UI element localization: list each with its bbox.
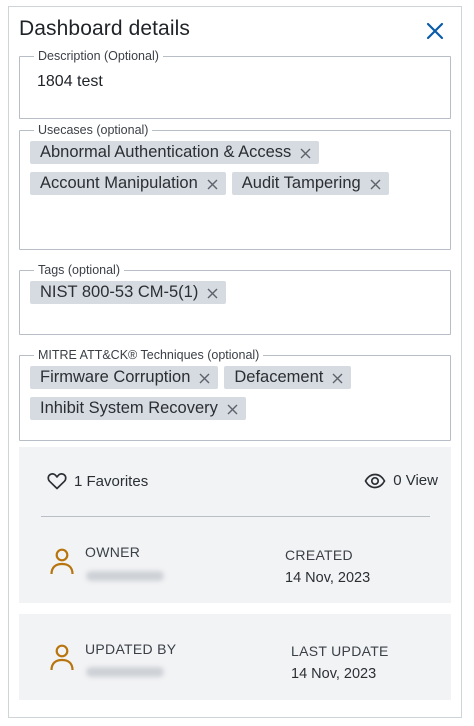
description-input[interactable]: 1804 test bbox=[37, 73, 440, 91]
heart-icon bbox=[47, 473, 67, 490]
info-card: 1 Favorites 0 View OWNER CREATED 14 Nov,… bbox=[19, 447, 451, 603]
usecases-label: Usecases (optional) bbox=[38, 123, 149, 137]
last-update-label: LAST UPDATE bbox=[291, 643, 389, 659]
favorites-count: 1 Favorites bbox=[74, 472, 149, 490]
technique-chip: Firmware Corruption bbox=[30, 366, 219, 389]
close-icon[interactable] bbox=[423, 19, 447, 43]
created-label: CREATED bbox=[285, 547, 353, 563]
chip-label: NIST 800-53 CM-5(1) bbox=[40, 283, 199, 301]
tags-label: Tags (optional) bbox=[38, 263, 120, 277]
owner-label: OWNER bbox=[85, 544, 141, 560]
usecase-chip: Abnormal Authentication & Access bbox=[30, 141, 320, 164]
remove-chip-icon[interactable] bbox=[206, 286, 219, 299]
technique-chip: Defacement bbox=[224, 366, 352, 389]
description-field[interactable]: Description (Optional) 1804 test bbox=[19, 49, 451, 119]
tags-field[interactable]: Tags (optional) NIST 800-53 CM-5(1) bbox=[19, 263, 451, 335]
description-label: Description (Optional) bbox=[38, 49, 159, 63]
divider bbox=[41, 516, 430, 517]
chip-label: Abnormal Authentication & Access bbox=[40, 143, 292, 161]
remove-chip-icon[interactable] bbox=[198, 371, 211, 384]
views-indicator: 0 View bbox=[364, 472, 438, 489]
remove-chip-icon[interactable] bbox=[299, 146, 312, 159]
chip-label: Account Manipulation bbox=[40, 174, 198, 192]
person-icon bbox=[50, 548, 74, 575]
last-update-date: 14 Nov, 2023 bbox=[291, 666, 377, 682]
panel-title: Dashboard details bbox=[19, 17, 190, 40]
dashboard-details-panel: Dashboard details Description (Optional)… bbox=[8, 6, 462, 718]
mitre-techniques-field[interactable]: MITRE ATT&CK® Techniques (optional) Firm… bbox=[19, 348, 451, 441]
remove-chip-icon[interactable] bbox=[226, 402, 239, 415]
owner-name-redacted bbox=[86, 571, 164, 581]
updated-by-name-redacted bbox=[86, 667, 164, 677]
chip-label: Firmware Corruption bbox=[40, 368, 191, 386]
usecase-chip: Audit Tampering bbox=[231, 172, 389, 195]
usecase-chip: Account Manipulation bbox=[30, 172, 226, 195]
remove-chip-icon[interactable] bbox=[369, 177, 382, 190]
mitre-label: MITRE ATT&CK® Techniques (optional) bbox=[38, 348, 260, 362]
chip-label: Audit Tampering bbox=[241, 174, 361, 192]
update-card: UPDATED BY LAST UPDATE 14 Nov, 2023 bbox=[19, 614, 451, 700]
technique-chip: Inhibit System Recovery bbox=[30, 397, 246, 420]
tag-chip: NIST 800-53 CM-5(1) bbox=[30, 281, 227, 304]
person-icon bbox=[50, 644, 74, 671]
usecases-field[interactable]: Usecases (optional) Abnormal Authenticat… bbox=[19, 123, 451, 250]
eye-icon bbox=[364, 473, 386, 488]
views-count: 0 View bbox=[393, 472, 438, 489]
favorites-button[interactable]: 1 Favorites bbox=[47, 472, 148, 490]
created-date: 14 Nov, 2023 bbox=[285, 570, 371, 586]
remove-chip-icon[interactable] bbox=[206, 177, 219, 190]
updated-by-label: UPDATED BY bbox=[85, 641, 177, 657]
remove-chip-icon[interactable] bbox=[331, 371, 344, 384]
chip-label: Inhibit System Recovery bbox=[40, 399, 218, 417]
panel-header: Dashboard details bbox=[19, 17, 453, 47]
chip-label: Defacement bbox=[234, 368, 324, 386]
